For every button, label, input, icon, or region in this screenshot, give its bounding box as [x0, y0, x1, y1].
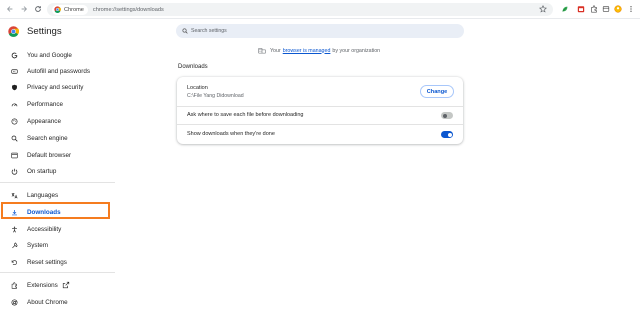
sidebar-item-performance[interactable]: Performance — [0, 97, 170, 111]
sidebar-item-about-chrome[interactable]: About Chrome — [0, 295, 170, 309]
sidebar-item-appearance[interactable]: Appearance — [0, 114, 170, 128]
ask-where-label: Ask where to save each file before downl… — [187, 112, 304, 118]
reload-button[interactable] — [32, 4, 43, 15]
section-title: Downloads — [178, 64, 208, 70]
toggle-knob — [447, 132, 452, 137]
menu-button[interactable] — [626, 4, 636, 14]
change-location-button[interactable]: Change — [420, 85, 454, 98]
sidebar-item-label: System — [27, 241, 48, 249]
sidebar-item-reset-settings[interactable]: Reset settings — [0, 255, 170, 269]
palette-icon — [10, 117, 18, 125]
url-text: chrome://settings/downloads — [92, 6, 164, 13]
chrome-logo-icon — [8, 26, 19, 37]
speedometer-icon — [10, 100, 18, 108]
selection-highlight-box — [1, 202, 110, 219]
puzzle-icon — [591, 5, 597, 13]
sidebar-item-label: Privacy and security — [27, 83, 84, 91]
reset-icon — [10, 258, 18, 266]
sidebar-item-you-and-google[interactable]: You and Google — [0, 48, 170, 62]
sidebar-item-label: Search engine — [27, 134, 68, 142]
sidebar-item-label: Default browser — [27, 151, 72, 159]
sidebar-divider — [0, 182, 115, 183]
chrome-logo-icon — [54, 6, 61, 13]
managed-suffix: by your organization — [332, 47, 381, 54]
reload-icon — [34, 6, 41, 12]
search-icon — [10, 134, 18, 142]
extension-leaf-button[interactable] — [560, 4, 570, 14]
downloads-card: Location C:\File Yang Didownload Change … — [177, 77, 463, 144]
page-title: Settings — [27, 26, 62, 37]
search-icon — [182, 28, 188, 34]
building-icon — [258, 48, 266, 54]
sidebar-item-default-browser[interactable]: Default browser — [0, 148, 170, 162]
back-arrow-icon — [6, 6, 12, 12]
power-icon — [10, 167, 18, 175]
shield-icon — [10, 83, 18, 91]
open-in-new-icon — [62, 281, 70, 289]
sidebar-divider — [0, 272, 115, 273]
site-info-chip[interactable]: Chrome — [52, 4, 88, 15]
forward-arrow-icon — [21, 6, 27, 12]
row-divider — [177, 106, 463, 107]
sidebar-item-label: Reset settings — [27, 258, 67, 266]
three-dots-icon — [630, 6, 632, 12]
bookmark-star-icon[interactable] — [539, 5, 547, 13]
sidebar-item-on-startup[interactable]: On startup — [0, 164, 170, 178]
sidebar-item-autofill[interactable]: Autofill and passwords — [0, 64, 170, 78]
browser-toolbar: Chrome chrome://settings/downloads — [0, 0, 640, 19]
sidebar-item-label: Languages — [27, 191, 59, 199]
accessibility-icon — [10, 225, 18, 233]
location-label: Location — [187, 85, 208, 91]
google-g-icon — [10, 51, 18, 59]
toggle-knob — [442, 113, 447, 118]
window-icon — [602, 6, 610, 12]
avatar-icon — [614, 5, 622, 13]
settings-header: Settings — [8, 26, 62, 37]
puzzle-icon — [10, 281, 18, 289]
sidebar-item-system[interactable]: System — [0, 238, 170, 252]
managed-notice: Your browser is managed by your organiza… — [258, 47, 380, 54]
extensions-button[interactable] — [589, 4, 599, 14]
sidebar-item-label: Accessibility — [27, 225, 62, 233]
search-placeholder: Search settings — [191, 28, 227, 34]
search-settings-input[interactable]: Search settings — [176, 24, 464, 38]
sidebar-item-languages[interactable]: Languages — [0, 188, 170, 202]
sidebar-item-label: Autofill and passwords — [27, 67, 91, 75]
show-downloads-label: Show downloads when they're done — [187, 131, 275, 137]
leaf-extension-icon — [562, 6, 568, 12]
translate-icon — [10, 191, 18, 199]
sidebar-item-privacy[interactable]: Privacy and security — [0, 80, 170, 94]
back-button[interactable] — [4, 4, 15, 15]
chrome-logo-icon — [10, 298, 18, 306]
sidebar-item-label: You and Google — [27, 51, 72, 59]
location-value: C:\File Yang Didownload — [187, 93, 244, 99]
extension-calendar-button[interactable] — [576, 4, 586, 14]
managed-link[interactable]: browser is managed — [283, 48, 331, 54]
sidebar-item-label: Performance — [27, 100, 64, 108]
sidebar-item-label: Extensions — [27, 281, 58, 289]
sidebar-item-label: Appearance — [27, 117, 61, 125]
key-icon — [10, 67, 18, 75]
browser-window-icon — [10, 151, 18, 159]
chrome-chip-label: Chrome — [64, 6, 84, 13]
sidebar-item-extensions[interactable]: Extensions — [0, 278, 170, 292]
managed-prefix: Your — [270, 47, 281, 54]
wrench-icon — [10, 241, 18, 249]
tab-search-button[interactable] — [601, 4, 611, 14]
ask-where-toggle[interactable] — [441, 112, 453, 119]
sidebar-item-search-engine[interactable]: Search engine — [0, 131, 170, 145]
red-calendar-extension-icon — [577, 6, 585, 13]
forward-button[interactable] — [18, 4, 29, 15]
profile-avatar-button[interactable] — [613, 4, 623, 14]
sidebar-item-label: About Chrome — [27, 298, 68, 306]
sidebar-item-label: On startup — [27, 167, 57, 175]
row-divider — [177, 124, 463, 125]
sidebar-item-accessibility[interactable]: Accessibility — [0, 222, 170, 236]
address-bar[interactable]: Chrome chrome://settings/downloads — [47, 3, 553, 16]
show-downloads-toggle[interactable] — [441, 131, 453, 138]
